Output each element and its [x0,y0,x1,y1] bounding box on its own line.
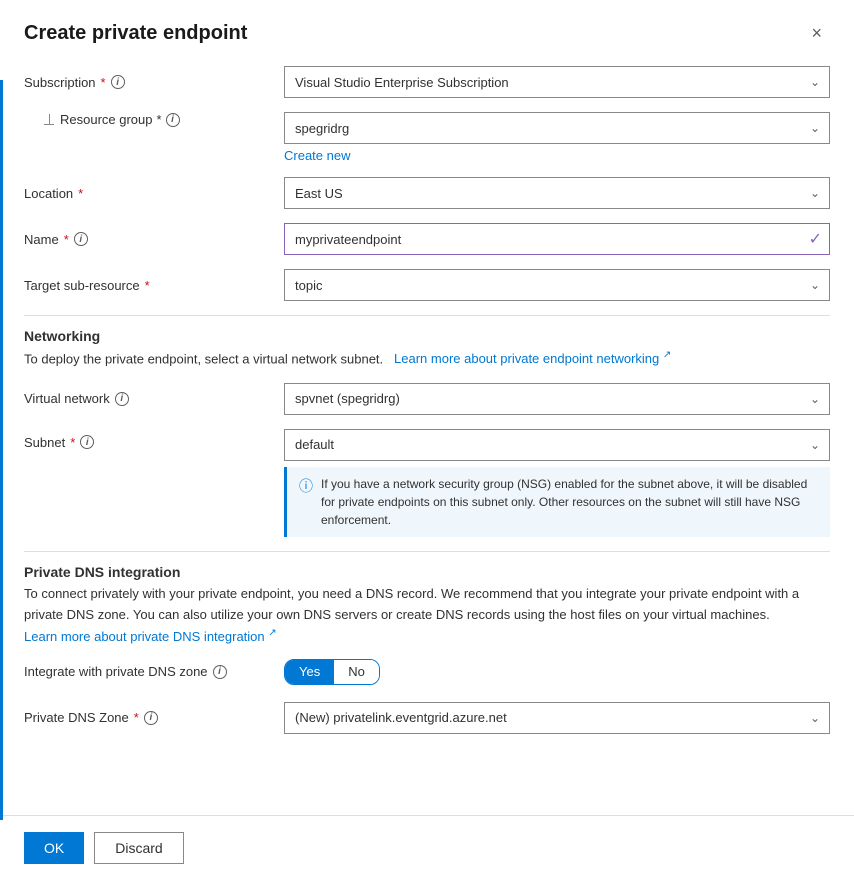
close-button[interactable]: × [803,20,830,46]
resource-group-select-wrapper: spegridrg ⌄ [284,112,830,144]
name-control: ✓ [284,223,830,255]
dialog-body: Subscription * i Visual Studio Enterpris… [0,58,854,815]
private-dns-zone-select[interactable]: (New) privatelink.eventgrid.azure.net [284,702,830,734]
virtual-network-control: spvnet (spegridrg) ⌄ [284,383,830,415]
resource-group-info-icon[interactable]: i [166,113,180,127]
networking-external-icon: ↗ [663,350,671,361]
virtual-network-info-icon[interactable]: i [115,392,129,406]
target-sub-resource-required: * [145,278,150,293]
integrate-dns-toggle-container: Yes No [284,659,830,685]
subnet-info-icon[interactable]: i [80,435,94,449]
name-required: * [64,232,69,247]
subscription-select[interactable]: Visual Studio Enterprise Subscription [284,66,830,98]
virtual-network-select[interactable]: spvnet (spegridrg) [284,383,830,415]
networking-description: To deploy the private endpoint, select a… [24,348,830,369]
subscription-row: Subscription * i Visual Studio Enterpris… [24,66,830,98]
private-dns-description: To connect privately with your private e… [24,584,830,648]
subnet-info-box: ⓘ If you have a network security group (… [284,467,830,537]
dialog-header: Create private endpoint × [0,0,854,58]
subnet-select-wrapper: default ⌄ [284,429,830,461]
subnet-select[interactable]: default [284,429,830,461]
name-info-icon[interactable]: i [74,232,88,246]
networking-heading: Networking [24,328,830,344]
private-dns-external-icon: ↗ [268,627,276,638]
integrate-dns-control: Yes No [284,659,830,685]
subnet-required: * [70,435,75,450]
name-label: Name * i [24,232,284,247]
subscription-control: Visual Studio Enterprise Subscription ⌄ [284,66,830,98]
private-dns-heading: Private DNS integration [24,564,830,580]
private-dns-zone-row: Private DNS Zone * i (New) privatelink.e… [24,702,830,734]
toggle-yes-option[interactable]: Yes [285,660,334,684]
toggle-no-option[interactable]: No [334,660,379,684]
target-sub-resource-select-wrapper: topic ⌄ [284,269,830,301]
private-dns-section: Private DNS integration To connect priva… [24,564,830,734]
subnet-row: Subnet * i default ⌄ ⓘ If you have a net… [24,429,830,537]
virtual-network-select-wrapper: spvnet (spegridrg) ⌄ [284,383,830,415]
integrate-dns-info-icon[interactable]: i [213,665,227,679]
location-row: Location * East US ⌄ [24,177,830,209]
location-control: East US ⌄ [284,177,830,209]
private-dns-zone-label: Private DNS Zone * i [24,710,284,725]
virtual-network-label: Virtual network i [24,391,284,406]
private-dns-zone-control: (New) privatelink.eventgrid.azure.net ⌄ [284,702,830,734]
private-dns-learn-more-link[interactable]: Learn more about private DNS integration… [24,629,277,644]
info-box-icon: ⓘ [299,476,313,529]
subscription-required: * [101,75,106,90]
target-sub-resource-label: Target sub-resource * [24,278,284,293]
networking-section: Networking To deploy the private endpoin… [24,328,830,537]
location-required: * [78,186,83,201]
resource-group-label: Resource group * i [60,112,180,127]
networking-learn-more-link[interactable]: Learn more about private endpoint networ… [390,351,671,366]
integrate-dns-label: Integrate with private DNS zone i [24,664,284,679]
location-select[interactable]: East US [284,177,830,209]
resource-group-label-area: Resource group * i [24,112,284,127]
private-dns-zone-info-icon[interactable]: i [144,711,158,725]
yes-no-toggle[interactable]: Yes No [284,659,380,685]
private-dns-zone-select-wrapper: (New) privatelink.eventgrid.azure.net ⌄ [284,702,830,734]
subnet-label: Subnet * i [24,429,284,450]
integrate-dns-row: Integrate with private DNS zone i Yes No [24,656,830,688]
dialog-footer: OK Discard [0,815,854,880]
name-check-icon: ✓ [809,229,822,249]
location-label: Location * [24,186,284,201]
ok-button[interactable]: OK [24,832,84,864]
section-divider-1 [24,315,830,316]
virtual-network-row: Virtual network i spvnet (spegridrg) ⌄ [24,383,830,415]
target-sub-resource-row: Target sub-resource * topic ⌄ [24,269,830,301]
resource-group-select[interactable]: spegridrg [284,112,830,144]
subscription-select-wrapper: Visual Studio Enterprise Subscription ⌄ [284,66,830,98]
create-private-endpoint-dialog: Create private endpoint × Subscription *… [0,0,854,880]
subnet-control: default ⌄ ⓘ If you have a network securi… [284,429,830,537]
target-sub-resource-select[interactable]: topic [284,269,830,301]
resource-group-row: Resource group * i spegridrg ⌄ Create ne… [24,112,830,163]
create-new-link[interactable]: Create new [284,148,350,163]
subscription-info-icon[interactable]: i [111,75,125,89]
section-divider-2 [24,551,830,552]
name-input[interactable] [284,223,830,255]
dialog-title: Create private endpoint [24,22,247,45]
resource-group-control: spegridrg ⌄ Create new [284,112,830,163]
location-select-wrapper: East US ⌄ [284,177,830,209]
name-input-wrapper: ✓ [284,223,830,255]
resource-group-required: * [157,112,162,127]
name-row: Name * i ✓ [24,223,830,255]
private-dns-zone-required: * [134,710,139,725]
target-sub-resource-control: topic ⌄ [284,269,830,301]
left-accent-bar [0,80,3,820]
discard-button[interactable]: Discard [94,832,183,864]
subscription-label: Subscription * i [24,75,284,90]
